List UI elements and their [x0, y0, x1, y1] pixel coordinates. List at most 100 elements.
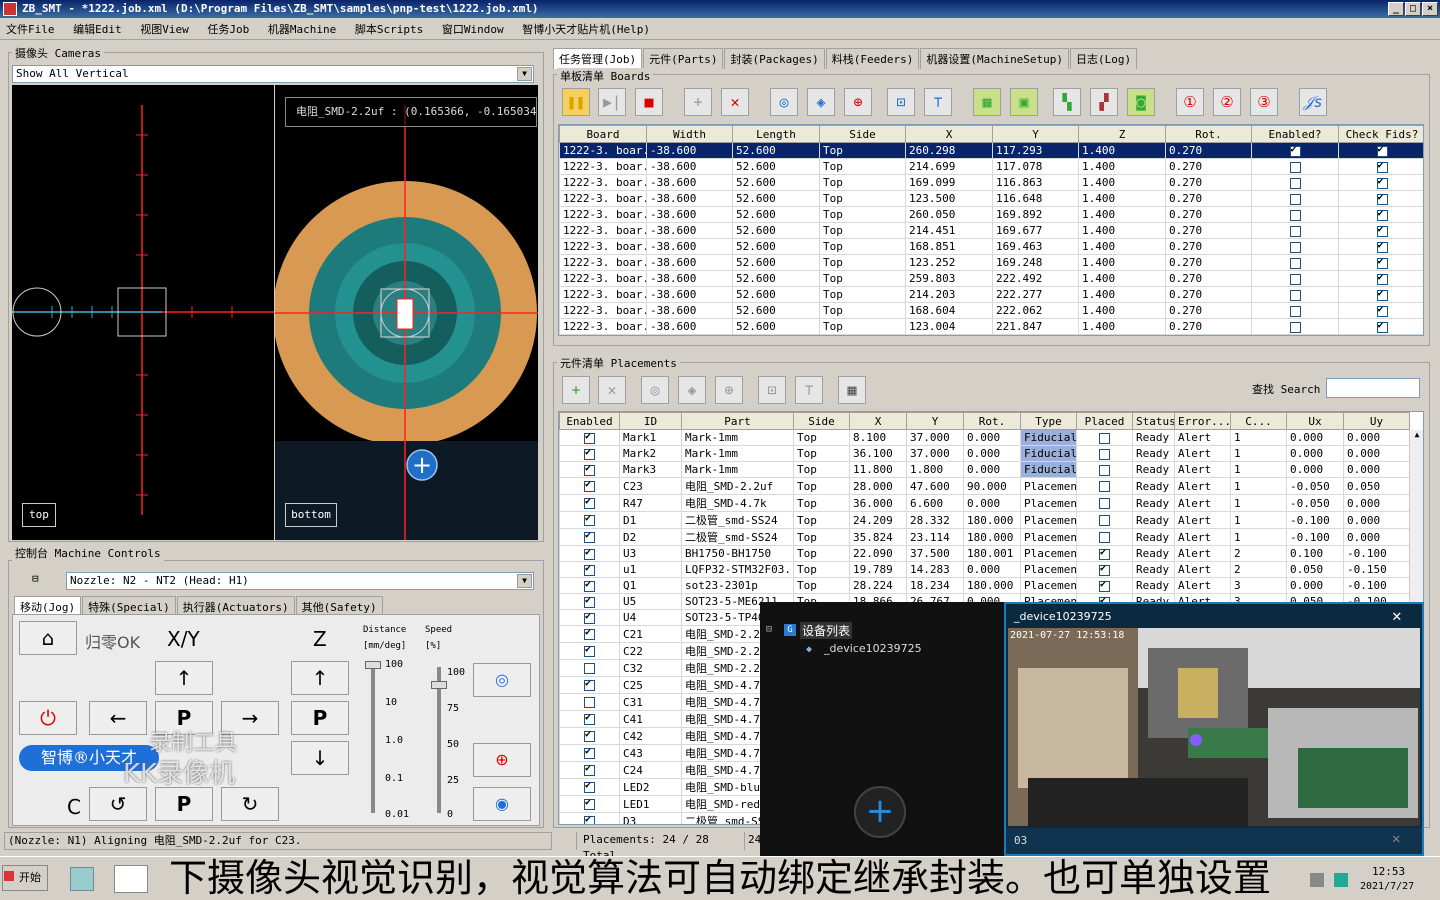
checkbox[interactable]	[1376, 288, 1388, 301]
checkbox[interactable]	[1099, 532, 1110, 543]
remove-board-icon[interactable]: ✕	[721, 88, 749, 116]
checkbox[interactable]	[1099, 547, 1110, 560]
checkbox[interactable]	[1099, 563, 1110, 576]
checkbox[interactable]	[1376, 160, 1388, 173]
table-row[interactable]: C23电阻_SMD-2.2ufTop28.00047.60090.000Plac…	[559, 477, 1410, 495]
checkbox[interactable]	[1376, 320, 1388, 333]
camera-move-icon[interactable]: ◈	[678, 376, 706, 404]
checkbox[interactable]	[1376, 224, 1388, 237]
checkbox[interactable]	[1099, 515, 1110, 526]
checkbox[interactable]	[584, 697, 595, 708]
table-row[interactable]: 1222-3. boar...-38.60052.600Top214.20322…	[559, 286, 1423, 303]
step-icon[interactable]: ▶|	[598, 88, 626, 116]
chevron-down-icon[interactable]: ▼	[517, 67, 532, 81]
table-row[interactable]: R47电阻_SMD-4.7kTop36.0006.6000.000Placeme…	[559, 494, 1410, 512]
board-icon-1[interactable]: ▦	[973, 88, 1001, 116]
board-icon-3[interactable]: ▚	[1053, 88, 1081, 116]
menu-scripts[interactable]: 脚本Scripts	[349, 18, 429, 40]
table-row[interactable]: 1222-3. boar...-38.60052.600Top169.09911…	[559, 174, 1423, 191]
checkbox[interactable]	[584, 595, 595, 608]
checkbox[interactable]	[584, 814, 595, 824]
jog-z-down-button[interactable]: ↓	[291, 741, 349, 775]
position-icon[interactable]: ⊤	[795, 376, 823, 404]
close-icon[interactable]: ✕	[1392, 606, 1402, 625]
checkbox[interactable]	[584, 644, 595, 657]
menu-help[interactable]: 智博小天才贴片机(Help)	[516, 18, 656, 40]
checkbox[interactable]	[1099, 498, 1110, 509]
table-row[interactable]: Q1sot23-2301pTop28.22418.234180.000Place…	[559, 577, 1410, 594]
chevron-down-icon[interactable]: ▼	[517, 574, 532, 588]
table-row[interactable]: 1222-3. boar...-38.60052.600Top123.00422…	[559, 318, 1423, 335]
checkbox[interactable]	[584, 463, 595, 476]
step-1-icon[interactable]: ①	[1176, 88, 1204, 116]
fiducial-check-icon[interactable]: ⊡	[758, 376, 786, 404]
table-row[interactable]: u1LQFP32-STM32F03...Top19.78914.2830.000…	[559, 561, 1410, 578]
video-feed[interactable]: 2021-07-27 12:53:18	[1008, 628, 1420, 826]
table-row[interactable]: 1222-3. boar...-38.60052.600Top260.29811…	[559, 142, 1423, 159]
nozzle-pick-button[interactable]: ⊕	[473, 743, 531, 777]
maximize-button[interactable]: □	[1405, 2, 1421, 16]
checkbox[interactable]	[584, 611, 595, 624]
nozzle-select[interactable]: Nozzle: N2 - NT2 (Head: H1) ▼	[66, 572, 534, 590]
fiducial-check-icon[interactable]: ⊡	[887, 88, 915, 116]
camera-move-icon[interactable]: ◈	[807, 88, 835, 116]
table-row[interactable]: D1二极管_smd-SS24Top24.20928.332180.000Plac…	[559, 511, 1410, 529]
park-z-button[interactable]: P	[291, 701, 349, 735]
checkbox[interactable]	[584, 431, 595, 444]
nozzle-move-icon[interactable]: ⊕	[844, 88, 872, 116]
table-row[interactable]: 1222-3. boar...-38.60052.600Top123.50011…	[559, 190, 1423, 207]
checkbox[interactable]	[584, 678, 595, 691]
search-input[interactable]	[1326, 378, 1420, 398]
tab-job[interactable]: 任务管理(Job)	[553, 48, 643, 69]
checkbox[interactable]	[584, 447, 595, 460]
camera-capture-icon[interactable]: ◎	[641, 376, 669, 404]
table-row[interactable]: 1222-3. boar...-38.60052.600Top168.85116…	[559, 238, 1423, 255]
add-device-button[interactable]: +	[854, 786, 906, 838]
checkbox[interactable]	[1376, 192, 1388, 205]
checkbox[interactable]	[584, 579, 595, 592]
jog-z-up-button[interactable]: ↑	[291, 661, 349, 695]
checkbox[interactable]	[1376, 304, 1388, 317]
jog-x-minus-button[interactable]: ←	[89, 701, 147, 735]
table-row[interactable]: Mark1Mark-1mmTop8.10037.0000.000Fiducial…	[559, 429, 1410, 446]
collapse-icon[interactable]: ⊟	[32, 572, 39, 585]
home-button[interactable]: ⌂	[19, 621, 77, 655]
add-placement-icon[interactable]: +	[562, 376, 590, 404]
checkbox[interactable]	[584, 797, 595, 810]
nozzle-move-icon[interactable]: ⊕	[715, 376, 743, 404]
checkbox[interactable]	[1289, 193, 1301, 205]
checkbox[interactable]	[1099, 464, 1110, 476]
checkbox[interactable]	[584, 563, 595, 576]
checkbox[interactable]	[584, 530, 595, 543]
menu-job[interactable]: 任务Job	[201, 18, 255, 40]
close-icon[interactable]: ✕	[1392, 831, 1400, 847]
jog-y-plus-button[interactable]: ↑	[155, 661, 213, 695]
tab-packages[interactable]: 封装(Packages)	[724, 48, 825, 69]
camera-position-button[interactable]: ◉	[473, 787, 531, 821]
checkbox[interactable]	[1289, 321, 1301, 333]
camera-view-select[interactable]: Show All Vertical ▼	[12, 65, 534, 83]
checkbox[interactable]	[1289, 144, 1301, 157]
speed-slider-thumb[interactable]	[431, 681, 447, 689]
checkbox[interactable]	[1376, 272, 1388, 285]
checkbox[interactable]	[1289, 257, 1301, 269]
tree-collapse-icon[interactable]: ⊟	[766, 624, 772, 635]
menu-window[interactable]: 窗口Window	[436, 18, 510, 40]
pause-icon[interactable]: ❚❚	[562, 88, 590, 116]
table-row[interactable]: 1222-3. boar...-38.60052.600Top168.60422…	[559, 302, 1423, 319]
board-icon-4[interactable]: ▞	[1090, 88, 1118, 116]
table-row[interactable]: U3BH1750-BH1750Top22.09037.500180.001Pla…	[559, 545, 1410, 562]
step-3-icon[interactable]: ③	[1250, 88, 1278, 116]
checkbox[interactable]	[584, 627, 595, 640]
park-c-button[interactable]: P	[155, 787, 213, 821]
checkbox[interactable]	[1099, 432, 1110, 444]
checkbox[interactable]	[584, 729, 595, 742]
power-button[interactable]: ⏻	[19, 701, 77, 735]
table-row[interactable]: D2二极管_smd-SS24Top35.82423.114180.000Plac…	[559, 528, 1410, 546]
checkbox[interactable]	[584, 746, 595, 759]
close-button[interactable]: ×	[1422, 2, 1438, 16]
bottom-camera-view[interactable]: + 电阻_SMD-2.2uf : (0.165366, -0.165034, 0…	[275, 85, 538, 540]
checkbox[interactable]	[1289, 177, 1301, 189]
checkbox[interactable]	[584, 663, 595, 674]
board-icon-5[interactable]: ◙	[1127, 88, 1155, 116]
